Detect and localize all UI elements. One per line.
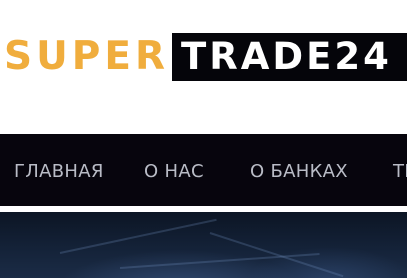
site-header: SUPER TRADE24 [0, 0, 407, 112]
hero-decor-line [119, 253, 320, 269]
hero-banner [0, 212, 407, 278]
nav-item-home[interactable]: ГЛАВНАЯ [14, 134, 104, 206]
nav-item-truncated[interactable]: ТЕ [393, 134, 407, 206]
hero-decor-line [209, 232, 344, 278]
hero-decor-line [59, 218, 217, 254]
logo-text-trade: TRADE24 [181, 35, 392, 78]
logo-trade-box: TRADE24 [172, 33, 407, 81]
main-navigation: ГЛАВНАЯ О НАС О БАНКАХ ТЕ [0, 134, 407, 206]
page: SUPER TRADE24 ГЛАВНАЯ О НАС О БАНКАХ ТЕ [0, 0, 407, 278]
nav-item-banks[interactable]: О БАНКАХ [250, 134, 348, 206]
logo-text-super: SUPER [4, 34, 170, 79]
nav-item-about[interactable]: О НАС [144, 134, 204, 206]
site-logo[interactable]: SUPER TRADE24 [4, 33, 407, 81]
